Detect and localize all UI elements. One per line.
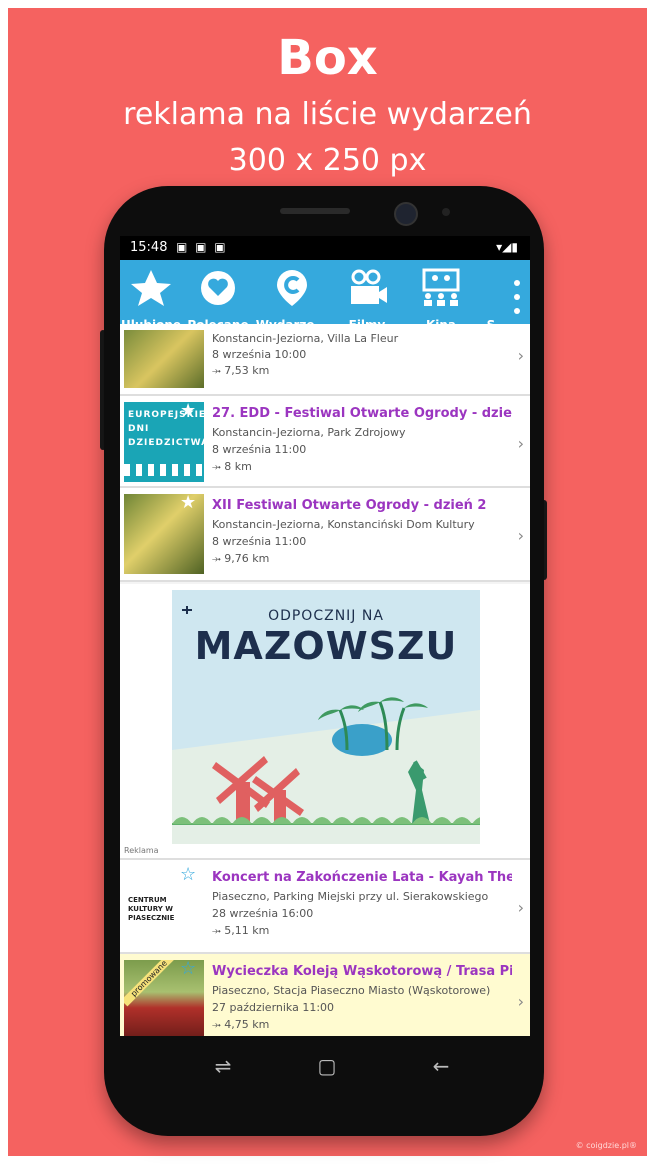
favorite-star-outline-icon[interactable]: ☆: [180, 864, 196, 885]
app-screen: 15:48 ▣ ▣ ▣ ▾◢▮ Ulubione Polecane: [120, 236, 530, 1036]
poster-size: 300 x 250 px: [228, 143, 427, 178]
ad-brand-text: ODPOCZNIJ NA: [268, 608, 384, 624]
chevron-right-icon: ›: [517, 346, 524, 365]
chevron-right-icon: ›: [517, 526, 524, 545]
camera-icon: [351, 269, 387, 304]
ad-headline: MAZOWSZU: [194, 624, 458, 668]
chevron-right-icon: ›: [517, 992, 524, 1011]
pin-icon: [277, 270, 307, 306]
favorite-star-icon[interactable]: ★: [180, 492, 196, 513]
favorite-star-outline-icon[interactable]: ☆: [180, 958, 196, 979]
event-thumbnail: [124, 330, 204, 388]
phone-speaker: [280, 208, 350, 214]
ad-label: Reklama: [124, 846, 159, 855]
front-camera-icon: [394, 202, 418, 226]
chevron-right-icon: ›: [517, 898, 524, 917]
ad-banner[interactable]: ODPOCZNIJ NA MAZOWSZU: [172, 590, 480, 844]
back-arrow-icon[interactable]: ←: [426, 1054, 456, 1080]
sensor-icon: [442, 208, 450, 216]
ad-box-row: ODPOCZNIJ NA MAZOWSZU Reklama: [120, 584, 530, 860]
signal-battery-icons: ▾◢▮: [496, 240, 518, 254]
list-item[interactable]: EUROPEJSKIE DNI DZIEDZICTWA ★ 27. EDD - …: [120, 396, 530, 488]
status-bar: 15:48 ▣ ▣ ▣ ▾◢▮: [120, 236, 530, 260]
chevron-right-icon: ›: [517, 434, 524, 453]
event-list: Konstancin-Jeziorna, Villa La Fleur 8 wr…: [120, 324, 530, 1036]
poster-title: Box: [277, 30, 378, 86]
status-time: 15:48: [130, 240, 168, 255]
list-item-promoted[interactable]: promowane ☆ Wycieczka Koleją Wąskotorową…: [120, 954, 530, 1036]
promoted-badge: promowane: [124, 960, 177, 1007]
notification-icons: ▣ ▣ ▣: [176, 240, 228, 254]
home-icon[interactable]: ▢: [312, 1054, 342, 1080]
favorite-star-icon[interactable]: ★: [180, 400, 196, 421]
poster-subtitle: reklama na liście wydarzeń: [123, 97, 532, 132]
heart-badge-icon: [201, 271, 235, 305]
overflow-menu-icon[interactable]: [512, 280, 522, 324]
phone-frame: 15:48 ▣ ▣ ▣ ▾◢▮ Ulubione Polecane: [104, 186, 544, 1136]
cinema-icon: [422, 268, 460, 306]
recent-apps-icon[interactable]: ⇌: [208, 1054, 238, 1080]
system-nav-bar: ⇌ ▢ ←: [120, 1036, 530, 1100]
star-icon: [131, 270, 171, 306]
list-item[interactable]: CENTRUM KULTURY W PIASECZNIE ☆ Koncert n…: [120, 860, 530, 954]
list-item[interactable]: ★ XII Festiwal Otwarte Ogrody - dzień 2 …: [120, 488, 530, 582]
copyright: © coigdzie.pl®: [575, 1141, 637, 1150]
list-item[interactable]: Konstancin-Jeziorna, Villa La Fleur 8 wr…: [120, 324, 530, 396]
